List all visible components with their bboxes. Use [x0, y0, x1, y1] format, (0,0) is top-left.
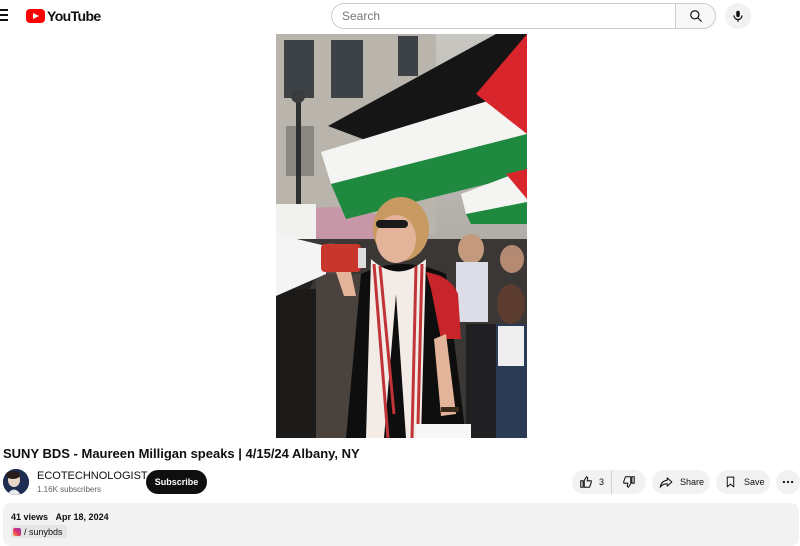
like-dislike-group: 3: [572, 470, 646, 494]
save-label: Save: [744, 477, 765, 487]
menu-icon[interactable]: [0, 9, 10, 23]
search-icon: [689, 10, 702, 22]
logo-text: YouTube: [47, 8, 101, 24]
thumbs-down-icon: [623, 476, 635, 488]
like-count: 3: [599, 477, 605, 487]
youtube-logo[interactable]: YouTube: [26, 8, 101, 24]
voice-search-button[interactable]: [725, 3, 751, 29]
instagram-icon: [13, 527, 21, 536]
description-meta: 41 views Apr 18, 2024: [11, 512, 109, 522]
subscribe-button[interactable]: Subscribe: [146, 470, 207, 494]
share-button[interactable]: Share: [652, 470, 710, 494]
thumbs-up-icon: [580, 476, 592, 488]
search-button[interactable]: [675, 3, 716, 29]
subscriber-count: 1.16K subscribers: [37, 485, 102, 494]
dislike-button[interactable]: [612, 470, 646, 494]
share-icon: [659, 477, 673, 488]
video-frame: [276, 34, 527, 438]
youtube-logo-icon: [26, 9, 45, 23]
search-box: [331, 3, 716, 29]
save-button[interactable]: Save: [716, 470, 770, 494]
upload-date: Apr 18, 2024: [55, 512, 109, 522]
bookmark-icon: [726, 476, 735, 488]
more-horizontal-icon: [782, 480, 794, 484]
like-button[interactable]: 3: [572, 470, 612, 494]
video-title: SUNY BDS - Maureen Milligan speaks | 4/1…: [3, 446, 360, 461]
view-count: 41 views: [11, 512, 49, 522]
instagram-link[interactable]: / sunybds: [11, 525, 67, 538]
more-actions-button[interactable]: [776, 470, 800, 494]
search-input[interactable]: [331, 3, 675, 29]
instagram-link-text: / sunybds: [24, 526, 63, 537]
share-label: Share: [680, 477, 705, 487]
video-player[interactable]: [276, 34, 527, 438]
channel-avatar[interactable]: [3, 469, 29, 495]
description-box[interactable]: 41 views Apr 18, 2024 / sunybds: [3, 503, 799, 546]
mic-icon: [733, 10, 743, 22]
channel-name[interactable]: ECOTECHNOLOGIST: [37, 470, 148, 482]
avatar-image: [3, 469, 29, 495]
masthead: YouTube: [0, 0, 800, 33]
